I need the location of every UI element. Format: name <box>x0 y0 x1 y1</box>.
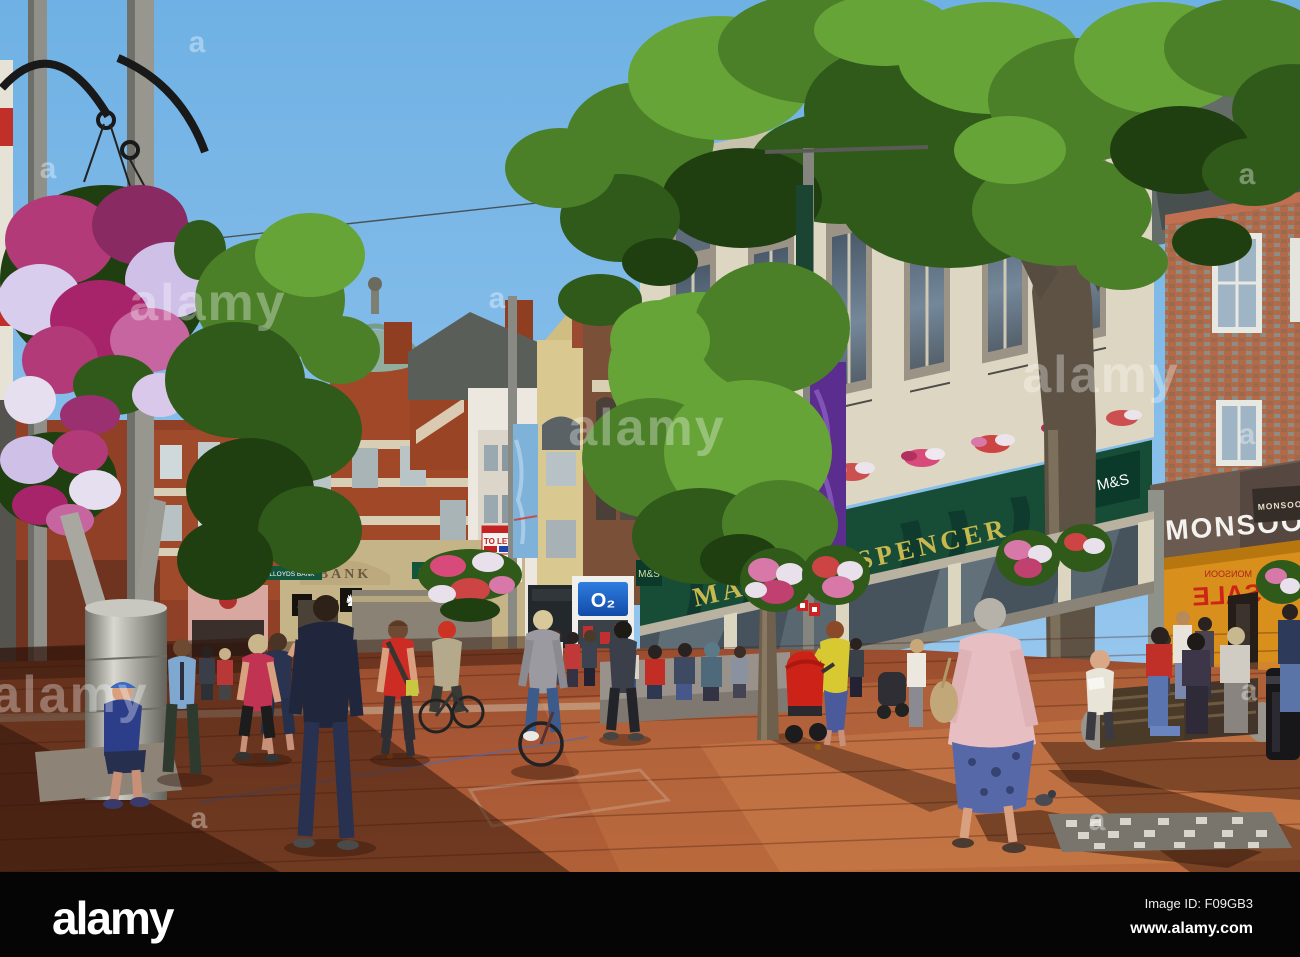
scene: BANK LLOYDS BANK LLOYDS BANK ♞ ♞ ♞ TO LE… <box>0 0 1300 957</box>
watermark-letter: a <box>1239 418 1256 451</box>
watermark-text: alamy <box>0 666 149 724</box>
footer-url: www.alamy.com <box>1129 920 1253 937</box>
alamy-logo: alamy <box>52 892 175 944</box>
watermark-letter: a <box>189 26 206 59</box>
watermark-letter: a <box>1089 804 1106 837</box>
watermark-letter: a <box>1239 158 1256 191</box>
monsoon-window-text: MONSOON <box>1204 569 1252 579</box>
watermark-letter: a <box>1241 674 1258 707</box>
footer-image-id: Image ID: F09GB3 <box>1145 896 1253 911</box>
watermark-letter: a <box>40 152 57 185</box>
watermark-text: alamy <box>129 274 286 332</box>
watermark-text: alamy <box>568 399 725 457</box>
o2-sign-text: O₂ <box>591 590 615 612</box>
person-headscarf <box>701 642 722 701</box>
watermark-letter: a <box>191 802 208 835</box>
paving-inlay <box>1048 812 1292 852</box>
street-photo: BANK LLOYDS BANK LLOYDS BANK ♞ ♞ ♞ TO LE… <box>0 0 1300 957</box>
bench-sitters <box>1146 627 1250 736</box>
watermark-text: alamy <box>1022 346 1179 404</box>
footer-bar: alamy Image ID: F09GB3 www.alamy.com <box>0 872 1300 957</box>
watermark-letter: a <box>489 282 506 315</box>
